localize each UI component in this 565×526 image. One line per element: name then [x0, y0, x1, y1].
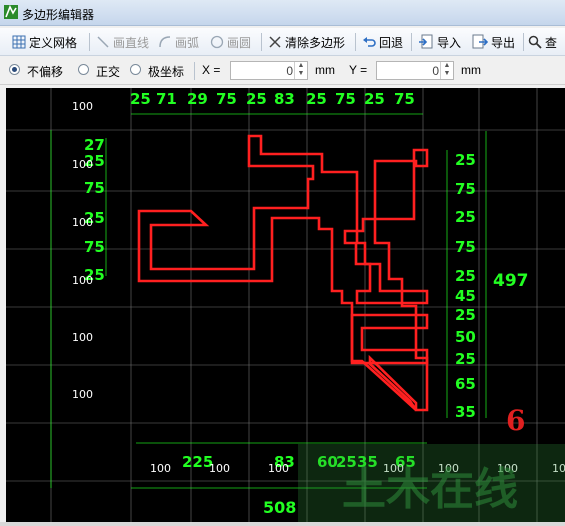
y-coordinate-input[interactable]: 0 ▲ ▼ [376, 61, 454, 80]
undo-button[interactable]: 回退 [362, 32, 403, 52]
draw-circle-button[interactable]: 画圆 [210, 32, 251, 52]
right-dimension-label: 25 [455, 350, 476, 368]
define-grid-label: 定义网格 [29, 35, 78, 50]
undo-icon [363, 37, 376, 47]
window-title: 多边形编辑器 [22, 8, 95, 22]
toolbar-divider [355, 33, 356, 51]
grid-spacing-label: 100 [72, 388, 93, 401]
right-dimension-label: 25 [455, 267, 476, 285]
orthogonal-label: 正交 [96, 65, 121, 79]
line-icon [97, 36, 109, 48]
no-offset-radio[interactable] [9, 64, 20, 75]
grid-spacing-label: 100 [72, 158, 93, 171]
dimension-lines [50, 113, 487, 489]
y-spinner[interactable]: ▲ ▼ [440, 62, 453, 79]
y-coordinate-value: 0 [432, 64, 439, 78]
draw-line-label: 画直线 [113, 35, 150, 50]
right-dimension-label: 65 [455, 375, 476, 393]
y-coordinate-label: Y = [349, 63, 368, 77]
search-button[interactable]: 查 [528, 32, 557, 52]
top-dimension-label: 25 [130, 90, 151, 108]
import-label: 导入 [437, 35, 462, 50]
top-dimension-label: 75 [335, 90, 356, 108]
window-bottom-border [0, 522, 565, 526]
grid-spacing-label: 100 [268, 462, 289, 475]
top-dimension-label: 25 [246, 90, 267, 108]
bottom-total-label: 508 [263, 498, 296, 517]
polar-label: 极坐标 [148, 65, 185, 79]
no-offset-label: 不偏移 [27, 65, 64, 79]
search-icon [528, 35, 542, 49]
grid-spacing-label: 100 [150, 462, 171, 475]
grid-spacing-label: 100 [72, 216, 93, 229]
top-dimension-label: 71 [156, 90, 177, 108]
import-button[interactable]: 导入 [418, 32, 461, 52]
right-dimension-label: 25 [455, 151, 476, 169]
app-icon [4, 5, 18, 19]
y-unit-label: mm [461, 63, 481, 77]
draw-arc-button[interactable]: 画弧 [158, 32, 199, 52]
orthogonal-radio[interactable] [78, 64, 89, 75]
clear-polygon-button[interactable]: 清除多边形 [268, 32, 345, 52]
clear-x-icon [269, 36, 281, 48]
import-icon [419, 34, 433, 49]
left-dimension-label: 75 [84, 179, 105, 197]
toolbar-divider [89, 33, 90, 51]
top-dimension-label: 83 [274, 90, 295, 108]
marker-number: 6 [506, 404, 525, 437]
canvas-svg[interactable]: 25 71 29 75 25 83 25 75 25 75 27 25 75 2… [6, 88, 565, 522]
grid-spacing-label: 100 [72, 274, 93, 287]
define-grid-button[interactable]: 定义网格 [12, 32, 77, 52]
export-icon [472, 34, 488, 49]
right-dimension-label: 35 [455, 403, 476, 421]
x-coordinate-value: 0 [286, 64, 293, 78]
options-bar: 不偏移 正交 极坐标 X = 0 ▲ ▼ mm Y = 0 ▲ ▼ mm [0, 57, 565, 85]
x-spinner[interactable]: ▲ ▼ [294, 62, 307, 79]
search-label: 查 [545, 35, 558, 50]
toolbar-divider [523, 33, 524, 51]
right-total-label: 497 [493, 271, 529, 291]
right-dimension-label: 50 [455, 328, 476, 346]
drawing-canvas[interactable]: 25 71 29 75 25 83 25 75 25 75 27 25 75 2… [6, 88, 565, 522]
top-dimension-label: 75 [394, 90, 415, 108]
grid-spacing-label: 100 [72, 100, 93, 113]
options-divider [194, 62, 195, 80]
draw-circle-label: 画圆 [227, 35, 252, 50]
grid-icon [12, 35, 26, 49]
toolbar-divider [261, 33, 262, 51]
toolbar-divider [411, 33, 412, 51]
right-dimension-label: 75 [455, 180, 476, 198]
left-dimension-label: 75 [84, 238, 105, 256]
grid-spacing-label: 100 [209, 462, 230, 475]
polar-radio[interactable] [130, 64, 141, 75]
polygon-outline [137, 134, 429, 412]
arc-icon [159, 36, 171, 48]
right-dimension-label: 25 [455, 208, 476, 226]
x-unit-label: mm [315, 63, 335, 77]
toolbar: 定义网格 画直线 画弧 画圆 清除多边形 回退 导入 导出 查 [0, 28, 565, 56]
right-dimension-label: 45 [455, 287, 476, 305]
title-bar: 多边形编辑器 [0, 0, 565, 26]
x-coordinate-label: X = [202, 63, 221, 77]
right-dimension-label: 25 [455, 306, 476, 324]
circle-icon [210, 35, 224, 49]
draw-line-button[interactable]: 画直线 [96, 32, 149, 52]
top-dimension-label: 75 [216, 90, 237, 108]
x-coordinate-input[interactable]: 0 ▲ ▼ [230, 61, 308, 80]
top-dimension-label: 25 [306, 90, 327, 108]
top-dimension-label: 25 [364, 90, 385, 108]
clear-polygon-label: 清除多边形 [285, 35, 346, 50]
export-button[interactable]: 导出 [472, 32, 515, 52]
right-dimension-label: 75 [455, 238, 476, 256]
draw-arc-label: 画弧 [175, 35, 200, 50]
undo-label: 回退 [379, 35, 404, 50]
export-label: 导出 [491, 35, 516, 50]
watermark-text: 土木在线 [342, 464, 518, 515]
top-dimension-label: 29 [187, 90, 208, 108]
grid-spacing-label: 100 [72, 331, 93, 344]
